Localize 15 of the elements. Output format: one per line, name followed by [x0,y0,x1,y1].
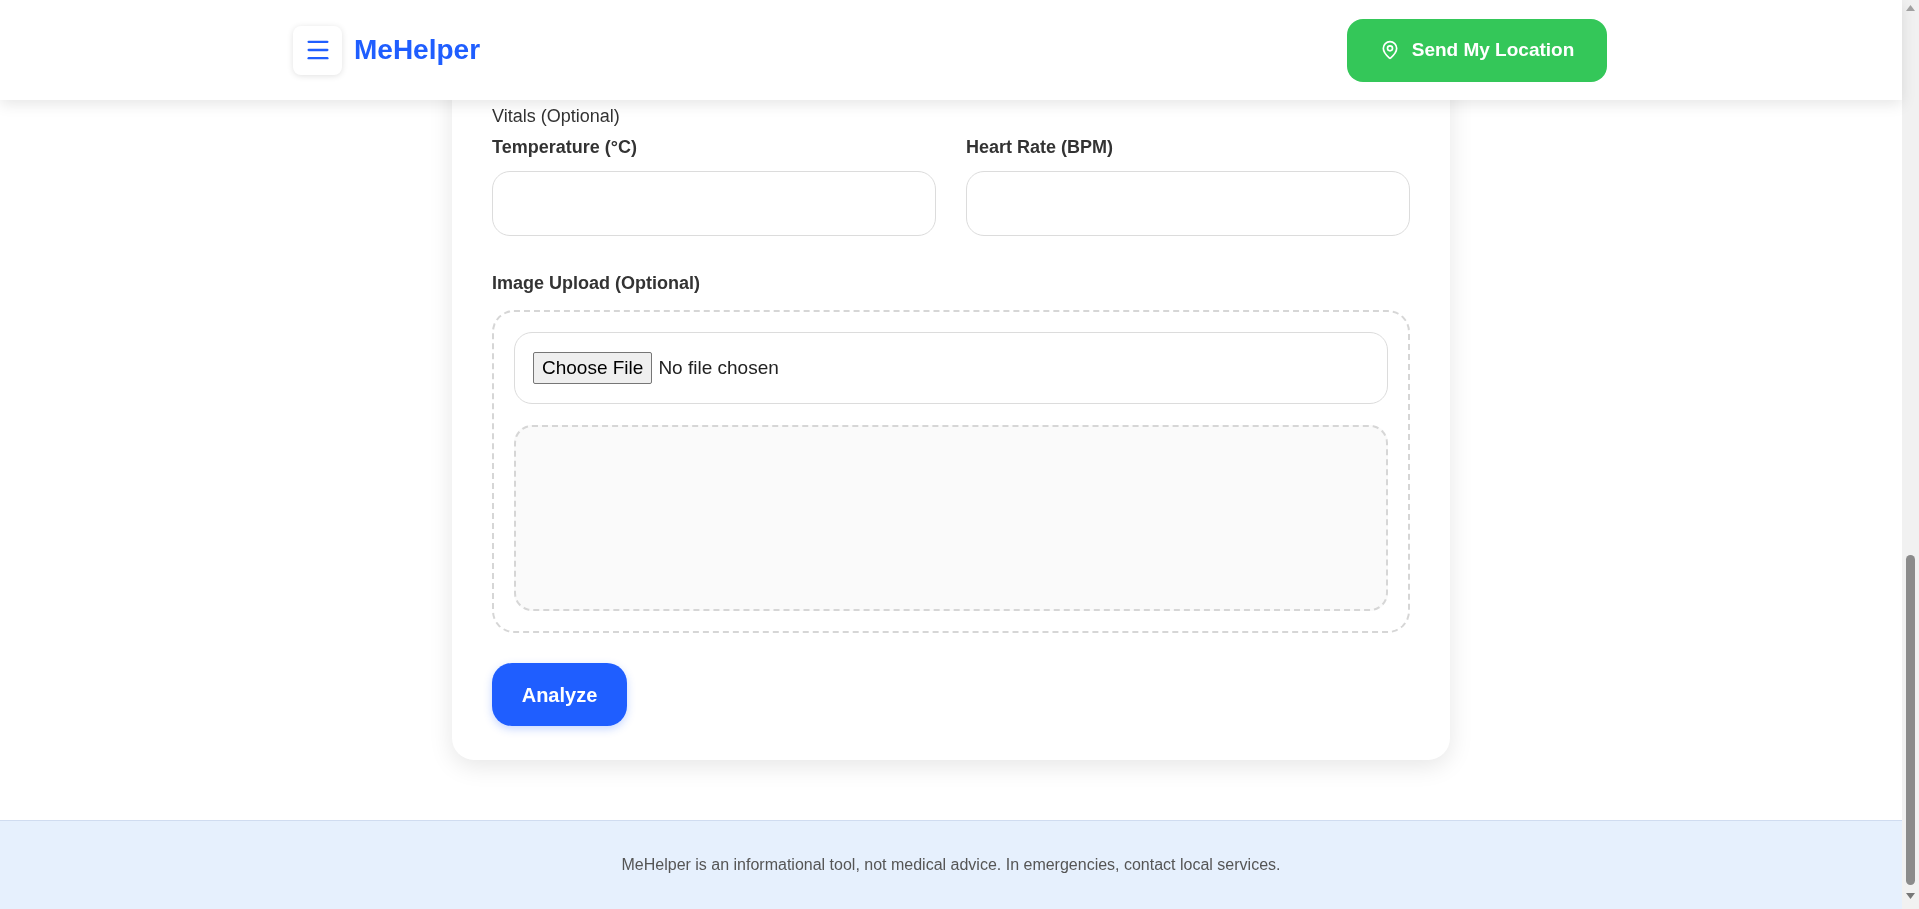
field-label: Heart Rate (BPM) [966,136,1115,159]
section-label: Vitals (Optional) [492,105,621,128]
choose-file-button[interactable]: Choose File [533,351,653,385]
input-field[interactable] [492,171,936,236]
analyze-button[interactable]: Analyze [492,663,627,726]
file-input[interactable]: Choose File No file chosen [514,332,1388,404]
file-status: No file chosen [658,355,779,380]
menu-button[interactable] [293,25,342,75]
scroll-up-icon [1906,5,1915,11]
field-label: Temperature (°C) [492,136,638,159]
scroll-down-icon [1906,893,1915,899]
input-field[interactable] [966,171,1410,236]
app-title: MeHelper [354,33,481,67]
field-label: Image Upload (Optional) [492,272,701,295]
footer-text: MeHelper is an informational tool, not medical advice. In emergencies, contact local services. [621,855,1281,875]
